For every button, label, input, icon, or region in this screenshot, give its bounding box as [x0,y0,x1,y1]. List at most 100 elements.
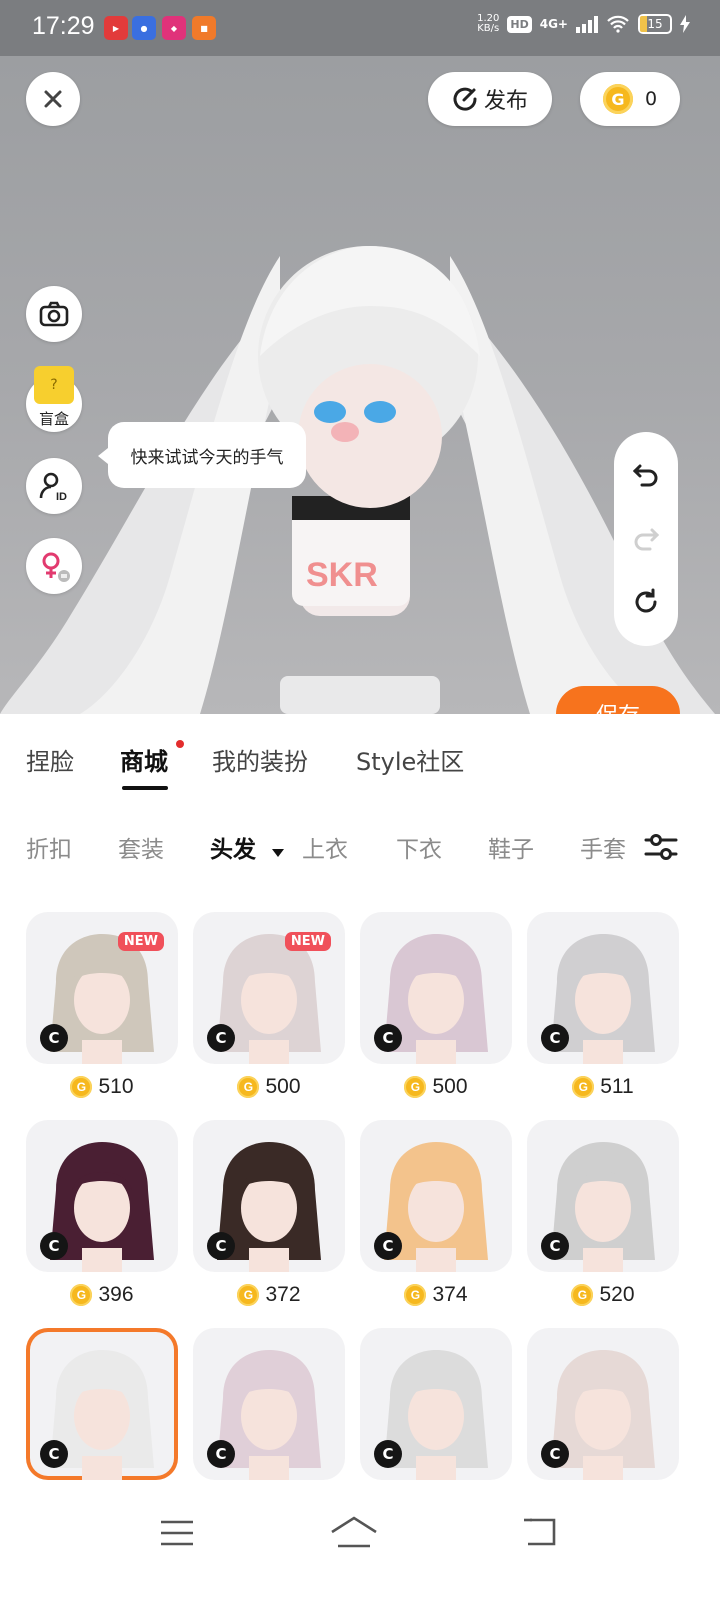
tab-store[interactable]: 商城 [120,742,168,777]
currency-c-icon: C [40,1440,68,1468]
currency-c-icon: C [541,1024,569,1052]
avatar-id-button[interactable]: ID [26,458,82,514]
price-value: 396 [98,1283,134,1306]
app-notification-icon: ▶ [104,16,128,40]
hair-item-card[interactable]: C [193,1120,345,1272]
camera-button[interactable] [26,286,82,342]
battery-icon: 15 [638,14,672,34]
blindbox-label: 盲盒 [38,410,69,428]
category-tops[interactable]: 上衣 [302,830,348,864]
price-value: 374 [432,1283,468,1306]
coin-balance-button[interactable]: G 0 [580,72,680,126]
coin-icon: G [237,1284,260,1306]
app-notification-icon: ● [132,16,156,40]
hair-item-card[interactable]: C [360,912,512,1064]
close-button[interactable] [26,72,80,126]
price-value: 520 [599,1283,635,1306]
hd-icon: HD [507,15,532,33]
blindbox-icon: ? [34,366,74,404]
currency-c-icon: C [541,1232,569,1260]
coin-balance: 0 [644,88,658,110]
category-shoes[interactable]: 鞋子 [488,830,534,864]
category-scroller[interactable]: 折扣 套装 头发 上衣 下衣 鞋子 手套 [0,820,630,876]
save-button[interactable]: 保存 [556,686,680,714]
tab-style-community[interactable]: Style社区 [356,742,464,777]
notification-dot [176,740,184,748]
net-speed: 1.20 KB/s [477,13,500,34]
undo-icon [632,464,658,487]
currency-c-icon: C [207,1024,235,1052]
signal-icon [576,15,598,33]
category-sets[interactable]: 套装 [118,830,164,864]
hair-item-card[interactable]: C [26,1120,178,1272]
undo-button[interactable] [632,460,660,492]
status-right-cluster: 1.20 KB/s HD 4G+ 15 [477,14,690,34]
coin-icon: G [571,1284,594,1306]
avatar-shirt-text: SKR [306,556,378,594]
currency-c-icon: C [40,1024,68,1052]
blindbox-button[interactable]: ? 盲盒 [26,366,82,432]
category-discount[interactable]: 折扣 [26,830,72,864]
signal-label: 4G+ [539,17,568,31]
hair-item-card[interactable]: C [360,1328,512,1480]
app-notification-icon: ◆ [162,16,186,40]
coin-icon: G [404,1284,427,1306]
hair-item-card[interactable]: C [193,1328,345,1480]
tab-my-outfits[interactable]: 我的装扮 [212,742,308,777]
refresh-icon [635,588,657,613]
category-bottoms[interactable]: 下衣 [396,830,442,864]
redo-button[interactable] [632,524,660,556]
price-value: 511 [600,1075,634,1098]
coin-icon: G [70,1284,93,1306]
reset-button[interactable] [632,588,660,620]
currency-c-icon: C [207,1440,235,1468]
coin-icon: G [404,1076,427,1098]
female-icon [42,552,70,582]
hair-item-card[interactable]: C [527,1328,679,1480]
currency-c-icon: C [374,1024,402,1052]
caret-down-icon[interactable] [272,842,284,861]
back-icon[interactable] [520,1516,556,1546]
category-hair[interactable]: 头发 [210,830,256,864]
coin-icon: G [602,84,633,114]
save-label: 保存 [596,698,640,714]
hair-item-card[interactable]: NEW C [193,912,345,1064]
publish-label: 发布 [483,89,528,114]
price-value: 372 [265,1283,301,1306]
currency-c-icon: C [541,1440,569,1468]
coin-icon: G [572,1076,595,1098]
tab-face[interactable]: 捏脸 [26,742,74,777]
home-icon[interactable] [330,1514,378,1548]
avatar-stage[interactable]: SKR 发布 G 0 ? 盲盒 快来试试今天的手气 ID [0,56,720,714]
status-time: 17:29 [32,12,95,40]
publish-button[interactable]: 发布 [428,72,552,126]
filter-icon [644,834,678,860]
gender-switch-button[interactable] [26,538,82,594]
price-value: 500 [432,1075,468,1098]
new-badge: NEW [284,932,331,951]
hair-item-card[interactable]: C [360,1120,512,1272]
item-price: G 500 [193,1072,345,1102]
hair-item-card[interactable]: C [26,1328,178,1480]
currency-c-icon: C [374,1232,402,1260]
price-value: 510 [98,1075,134,1098]
currency-c-icon: C [207,1232,235,1260]
category-gloves[interactable]: 手套 [580,830,626,864]
item-price: G 372 [193,1280,345,1310]
coin-icon: G [237,1076,260,1098]
hair-item-card[interactable]: C [527,1120,679,1272]
item-price: G 396 [26,1280,178,1310]
filter-button[interactable] [630,820,720,876]
publish-icon [453,87,477,111]
active-tab-indicator [122,786,168,790]
currency-c-icon: C [374,1440,402,1468]
history-controls [614,432,678,646]
hair-item-card[interactable]: C [527,912,679,1064]
charging-icon [680,15,690,33]
menu-icon[interactable] [160,1520,194,1546]
wifi-icon [607,15,629,33]
item-price: G 510 [26,1072,178,1102]
hair-item-card[interactable]: NEW C [26,912,178,1064]
app-notification-icon: ■ [192,16,216,40]
redo-icon [634,528,660,551]
